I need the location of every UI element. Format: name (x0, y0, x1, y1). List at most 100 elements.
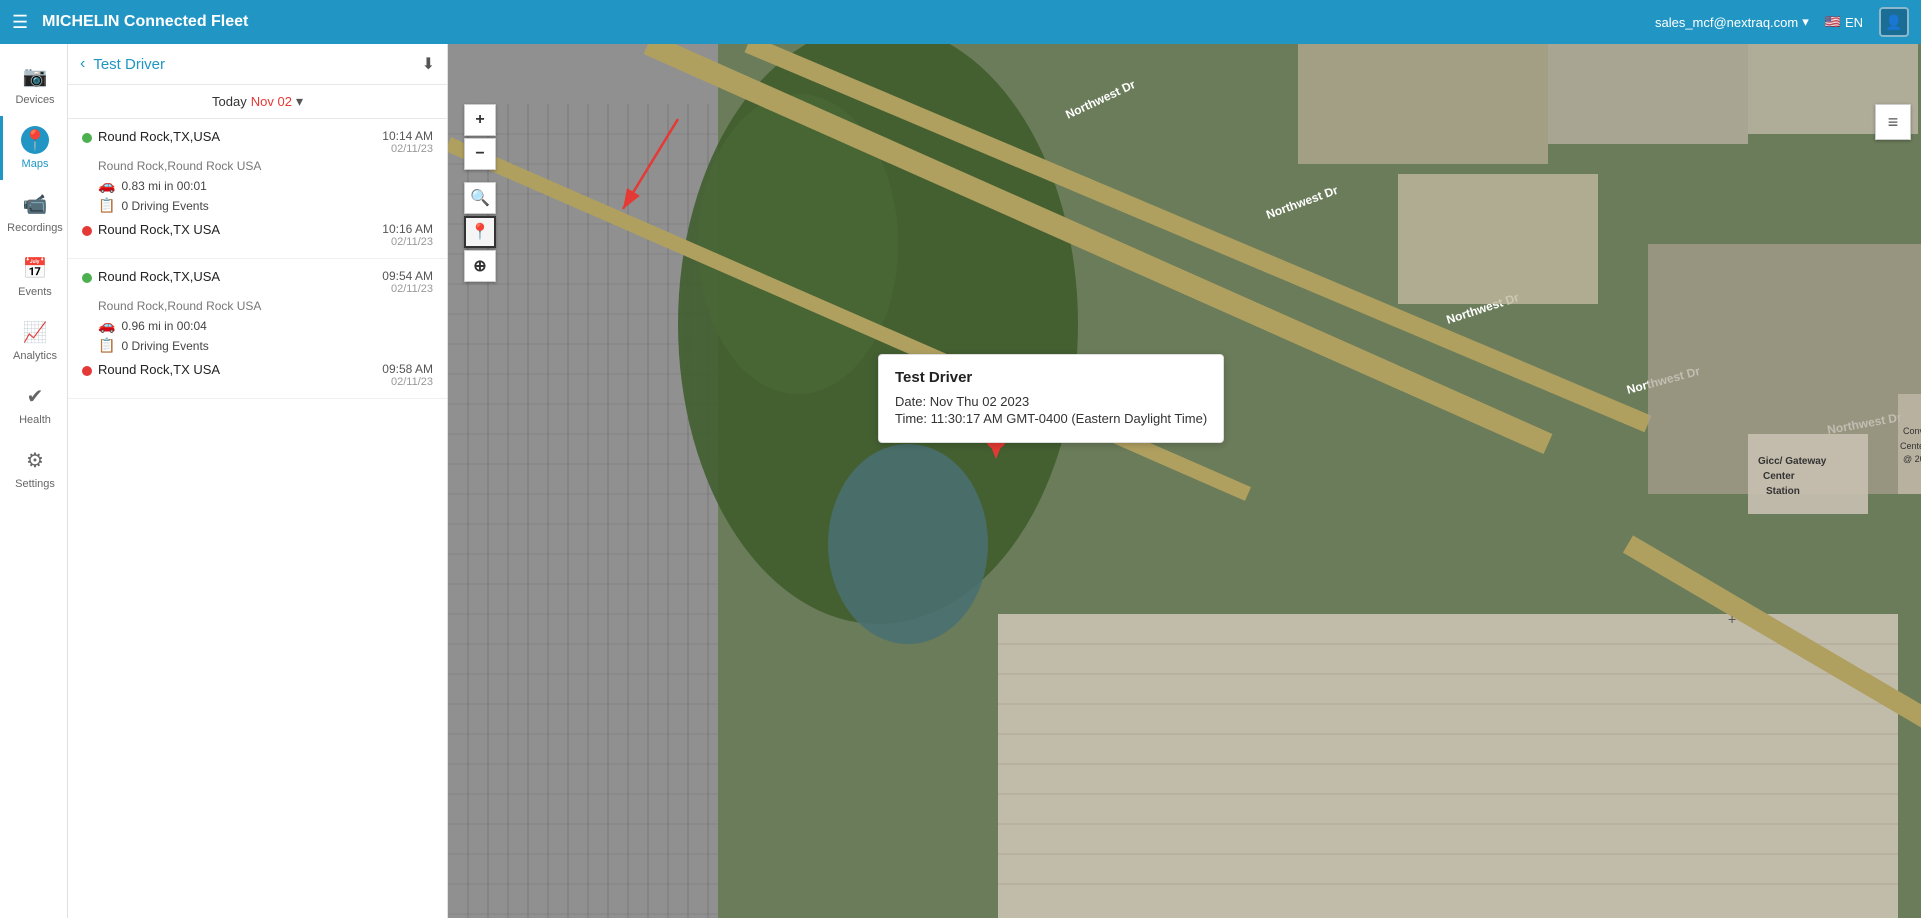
status-dot-green (82, 273, 92, 283)
zoom-in-button[interactable]: + (464, 104, 496, 136)
trip-end-time: 09:58 AM 02/11/23 (382, 362, 433, 388)
panel-header: ‹ Test Driver ⬇ (68, 44, 447, 85)
health-icon: ✔ (21, 382, 49, 410)
trip-end-time-value: 09:58 AM (382, 362, 433, 376)
maps-icon: 📍 (21, 126, 49, 154)
settings-icon: ⚙ (21, 446, 49, 474)
account-selector[interactable]: sales_mcf@nextraq.com ▾ (1655, 14, 1809, 30)
sidebar-item-analytics[interactable]: 📈 Analytics (0, 308, 67, 372)
popup-date-row: Date: Nov Thu 02 2023 (895, 394, 1207, 409)
sidebar-item-events[interactable]: 📅 Events (0, 244, 67, 308)
sidebar-label-analytics: Analytics (13, 350, 57, 362)
sidebar-label-events: Events (18, 286, 52, 298)
popup-time-label: Time: (895, 411, 927, 426)
trip-time: 09:54 AM 02/11/23 (382, 269, 433, 295)
trip-start-location: Round Rock,TX,USA (82, 269, 220, 284)
trip-end-location: Round Rock,TX USA (82, 362, 220, 377)
sidebar-item-devices[interactable]: 📷 Devices (0, 52, 67, 116)
panel-title: Test Driver (93, 56, 413, 73)
zoom-out-button[interactable]: − (464, 138, 496, 170)
sidebar-item-recordings[interactable]: 📹 Recordings (0, 180, 67, 244)
download-button[interactable]: ⬇ (422, 54, 435, 74)
pin-button[interactable]: 📍 (464, 216, 496, 248)
map-area[interactable]: Northwest Dr Northwest Dr Northwest Dr N… (448, 44, 1921, 918)
flag-icon: 🇺🇸 (1825, 14, 1841, 30)
user-avatar[interactable]: 👤 (1879, 7, 1909, 37)
trip-sub-location: Round Rock,Round Rock USA (98, 299, 433, 313)
trip-start-name: Round Rock,TX,USA (98, 129, 220, 144)
svg-text:+: + (1728, 611, 1736, 627)
trip-time-value: 10:14 AM (382, 129, 433, 143)
svg-text:@ 2020: @ 2020 (1903, 454, 1921, 464)
sidebar-item-health[interactable]: ✔ Health (0, 372, 67, 436)
car-icon: 🚗 (98, 177, 115, 194)
trip-sub-location: Round Rock,Round Rock USA (98, 159, 433, 173)
trip-end-date: 02/11/23 (382, 236, 433, 248)
layers-icon: ≡ (1888, 112, 1899, 133)
analytics-icon: 📈 (21, 318, 49, 346)
trip-events-row: 📋 0 Driving Events (98, 337, 433, 354)
trip-header: Round Rock,TX,USA 10:14 AM 02/11/23 (82, 129, 433, 155)
trip-distance-row: 🚗 0.83 mi in 00:01 (98, 177, 433, 194)
status-dot-red (82, 226, 92, 236)
trip-end-time-value: 10:16 AM (382, 222, 433, 236)
search-map-button[interactable]: 🔍 (464, 182, 496, 214)
svg-text:Center C: Center C (1900, 441, 1921, 451)
sidebar-item-maps[interactable]: 📍 Maps (0, 116, 67, 180)
popup-title: Test Driver (895, 369, 1207, 386)
sidebar-label-maps: Maps (22, 158, 49, 170)
sidebar-label-settings: Settings (15, 478, 55, 490)
svg-text:Center: Center (1763, 471, 1795, 482)
trip-end-location: Round Rock,TX USA (82, 222, 220, 237)
status-dot-green (82, 133, 92, 143)
map-popup: Test Driver Date: Nov Thu 02 2023 Time: … (878, 354, 1224, 443)
header: ☰ MICHELIN Connected Fleet sales_mcf@nex… (0, 0, 1921, 44)
trip-end-date: 02/11/23 (382, 376, 433, 388)
trip-distance: 0.83 mi in 00:01 (121, 179, 206, 193)
svg-text:Gicc/ Gateway: Gicc/ Gateway (1758, 456, 1827, 467)
trip-end-header: Round Rock,TX USA 10:16 AM 02/11/23 (82, 222, 433, 248)
trip-stats: 🚗 0.83 mi in 00:01 📋 0 Driving Events (98, 177, 433, 214)
today-label: Today (212, 94, 247, 109)
trip-date: 02/11/23 (382, 143, 433, 155)
svg-text:Convent: Convent (1903, 426, 1921, 436)
status-dot-red (82, 366, 92, 376)
menu-icon[interactable]: ☰ (12, 12, 28, 33)
trip-stats: 🚗 0.96 mi in 00:04 📋 0 Driving Events (98, 317, 433, 354)
recordings-icon: 📹 (21, 190, 49, 218)
sidebar-item-settings[interactable]: ⚙ Settings (0, 436, 67, 500)
lang-label: EN (1845, 15, 1863, 30)
account-email: sales_mcf@nextraq.com (1655, 15, 1798, 30)
trip-date: 02/11/23 (382, 283, 433, 295)
car-icon: 🚗 (98, 317, 115, 334)
sidebar-nav: 📷 Devices 📍 Maps 📹 Recordings 📅 Events 📈… (0, 44, 68, 918)
trip-header: Round Rock,TX,USA 09:54 AM 02/11/23 (82, 269, 433, 295)
trip-item[interactable]: Round Rock,TX,USA 10:14 AM 02/11/23 Roun… (68, 119, 447, 259)
date-bar: Today Nov 02 ▾ (68, 85, 447, 119)
trip-events: 0 Driving Events (121, 199, 208, 213)
calendar-icon: 📋 (98, 197, 115, 214)
trip-item[interactable]: Round Rock,TX,USA 09:54 AM 02/11/23 Roun… (68, 259, 447, 399)
trips-list: Round Rock,TX,USA 10:14 AM 02/11/23 Roun… (68, 119, 447, 918)
calendar-icon: 📋 (98, 337, 115, 354)
events-icon: 📅 (21, 254, 49, 282)
trip-start-location: Round Rock,TX,USA (82, 129, 220, 144)
popup-date-value: Nov Thu 02 2023 (930, 394, 1030, 409)
date-value: Nov 02 (251, 94, 292, 109)
trip-end-name: Round Rock,TX USA (98, 222, 220, 237)
trip-end-time: 10:16 AM 02/11/23 (382, 222, 433, 248)
account-dropdown-icon: ▾ (1802, 14, 1809, 30)
language-selector[interactable]: 🇺🇸 EN (1825, 14, 1863, 30)
date-dropdown-icon[interactable]: ▾ (296, 93, 303, 110)
main-content: 📷 Devices 📍 Maps 📹 Recordings 📅 Events 📈… (0, 44, 1921, 918)
back-button[interactable]: ‹ (80, 55, 85, 73)
trip-end-header: Round Rock,TX USA 09:58 AM 02/11/23 (82, 362, 433, 388)
popup-time-row: Time: 11:30:17 AM GMT-0400 (Eastern Dayl… (895, 411, 1207, 426)
layers-button[interactable]: ≡ (1875, 104, 1911, 140)
locate-button[interactable]: ⊕ (464, 250, 496, 282)
popup-time-value: 11:30:17 AM GMT-0400 (Eastern Daylight T… (931, 411, 1208, 426)
trip-time-value: 09:54 AM (382, 269, 433, 283)
map-background: Northwest Dr Northwest Dr Northwest Dr N… (448, 44, 1921, 918)
trip-time: 10:14 AM 02/11/23 (382, 129, 433, 155)
trip-events: 0 Driving Events (121, 339, 208, 353)
